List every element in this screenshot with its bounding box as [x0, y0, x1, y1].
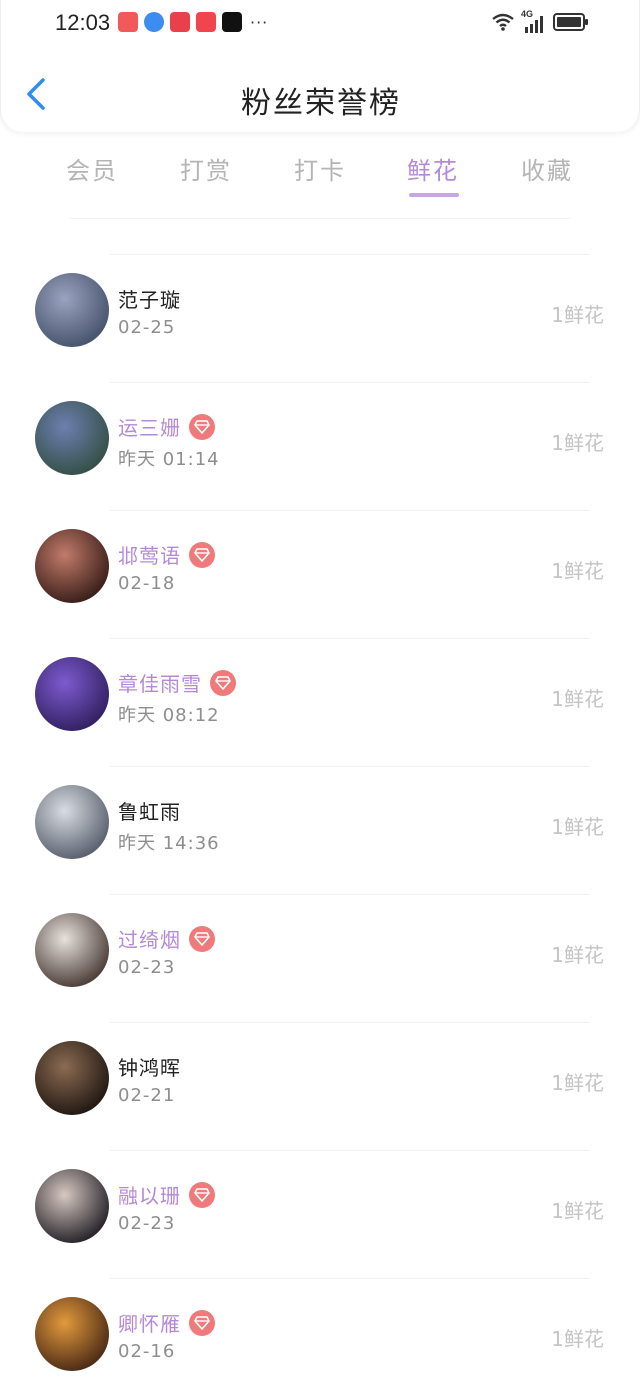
fan-time: 昨天 14:36: [118, 833, 220, 854]
fan-time: 昨天 08:12: [118, 705, 220, 726]
avatar[interactable]: [35, 401, 109, 475]
red-app-icon: [170, 12, 190, 32]
fan-row[interactable]: 融以珊 02-23 1鲜花: [0, 1150, 640, 1278]
fan-name: 过绮烟: [118, 928, 181, 952]
flower-count: 1鲜花: [551, 1071, 604, 1095]
fan-row[interactable]: 钟鸿晖 02-21 1鲜花: [0, 1022, 640, 1150]
avatar[interactable]: [35, 273, 109, 347]
page-title: 粉丝荣誉榜: [241, 86, 401, 121]
flower-count: 1鲜花: [551, 1327, 604, 1351]
tab-1[interactable]: 会员: [42, 151, 142, 186]
black-app-icon: [222, 12, 242, 32]
diamond-vip-icon: [189, 1309, 215, 1336]
flower-count: 1鲜花: [551, 303, 604, 327]
tab-4[interactable]: 鲜花: [383, 151, 483, 186]
fan-list: 范子璇 02-25 1鲜花 运三姗 昨天 01:14 1鲜花 邶莺语 02-18 1鲜花 章佳雨雪…: [0, 254, 640, 1387]
nav-bar: 粉丝荣誉榜: [1, 60, 640, 130]
flower-count: 1鲜花: [551, 559, 604, 583]
diamond-vip-icon: [189, 925, 215, 952]
blue-browser-icon: [144, 12, 164, 32]
fan-row[interactable]: 邶莺语 02-18 1鲜花: [0, 510, 640, 638]
more-notifications-icon: ···: [250, 12, 269, 32]
fan-row[interactable]: 卿怀雁 02-16 1鲜花: [0, 1278, 640, 1387]
avatar[interactable]: [35, 1041, 109, 1115]
tab-2[interactable]: 打赏: [156, 151, 256, 186]
name-line: 邶莺语: [118, 540, 215, 569]
tabs-divider: [70, 218, 570, 219]
fan-time: 02-21: [118, 1085, 176, 1106]
fan-name: 钟鸿晖: [118, 1056, 181, 1080]
tab-3[interactable]: 打卡: [270, 151, 370, 186]
tab-5[interactable]: 收藏: [497, 151, 597, 186]
fan-name: 运三姗: [118, 416, 181, 440]
fan-time: 02-23: [118, 957, 176, 978]
name-line: 钟鸿晖: [118, 1052, 181, 1081]
name-line: 范子璇: [118, 284, 181, 313]
fan-time: 昨天 01:14: [118, 449, 220, 470]
status-app-icons: ···: [118, 12, 268, 32]
flower-count: 1鲜花: [551, 431, 604, 455]
diamond-vip-icon: [189, 413, 215, 440]
fan-time: 02-25: [118, 317, 176, 338]
active-tab-indicator: [409, 193, 459, 197]
header-card: 12:03 ··· 4G 粉丝荣誉榜: [0, 0, 640, 132]
fan-name: 范子璇: [118, 288, 181, 312]
row-divider: [110, 382, 590, 383]
battery-icon: [553, 12, 589, 36]
cellular-signal-icon: 4G: [521, 9, 545, 34]
avatar[interactable]: [35, 913, 109, 987]
fan-name: 章佳雨雪: [118, 672, 202, 696]
row-divider: [110, 510, 590, 511]
row-divider: [110, 254, 590, 255]
network-type: 4G: [521, 9, 534, 19]
status-time: 12:03: [55, 10, 111, 35]
avatar[interactable]: [35, 785, 109, 859]
avatar[interactable]: [35, 1169, 109, 1243]
row-divider: [110, 1150, 590, 1151]
row-divider: [110, 894, 590, 895]
fan-name: 邶莺语: [118, 544, 181, 568]
row-divider: [110, 1022, 590, 1023]
flower-count: 1鲜花: [551, 1199, 604, 1223]
wifi-icon: [491, 12, 515, 36]
row-divider: [110, 638, 590, 639]
row-divider: [110, 1278, 590, 1279]
name-line: 鲁虹雨: [118, 796, 181, 825]
fan-name: 融以珊: [118, 1184, 181, 1208]
name-line: 运三姗: [118, 412, 215, 441]
fan-name: 鲁虹雨: [118, 800, 181, 824]
status-indicators: 4G: [491, 9, 589, 36]
fan-time: 02-23: [118, 1213, 176, 1234]
flower-count: 1鲜花: [551, 943, 604, 967]
fan-name: 卿怀雁: [118, 1312, 181, 1336]
fan-honor-screen: 12:03 ··· 4G 粉丝荣誉榜 会员 打赏 打卡 鲜花 收藏 范子璇 02…: [0, 0, 640, 1387]
fan-row[interactable]: 运三姗昨天 01:14 1鲜花: [0, 382, 640, 510]
fan-time: 02-16: [118, 1341, 176, 1362]
diamond-vip-icon: [189, 1181, 215, 1208]
name-line: 融以珊: [118, 1180, 215, 1209]
avatar[interactable]: [35, 657, 109, 731]
red-taobao-icon: [196, 12, 216, 32]
fan-row[interactable]: 章佳雨雪昨天 08:12 1鲜花: [0, 638, 640, 766]
status-bar: 12:03 ··· 4G: [1, 0, 640, 50]
avatar[interactable]: [35, 1297, 109, 1371]
fan-row[interactable]: 过绮烟 02-23 1鲜花: [0, 894, 640, 1022]
avatar[interactable]: [35, 529, 109, 603]
fan-row[interactable]: 鲁虹雨昨天 14:36 1鲜花: [0, 766, 640, 894]
diamond-vip-icon: [210, 669, 236, 696]
flower-count: 1鲜花: [551, 687, 604, 711]
name-line: 过绮烟: [118, 924, 215, 953]
red-shop-icon: [118, 12, 138, 32]
row-divider: [110, 766, 590, 767]
diamond-vip-icon: [189, 541, 215, 568]
flower-count: 1鲜花: [551, 815, 604, 839]
tab-bar: 会员 打赏 打卡 鲜花 收藏: [0, 145, 640, 205]
name-line: 章佳雨雪: [118, 668, 236, 697]
fan-time: 02-18: [118, 573, 176, 594]
fan-row[interactable]: 范子璇 02-25 1鲜花: [0, 254, 640, 382]
name-line: 卿怀雁: [118, 1308, 215, 1337]
